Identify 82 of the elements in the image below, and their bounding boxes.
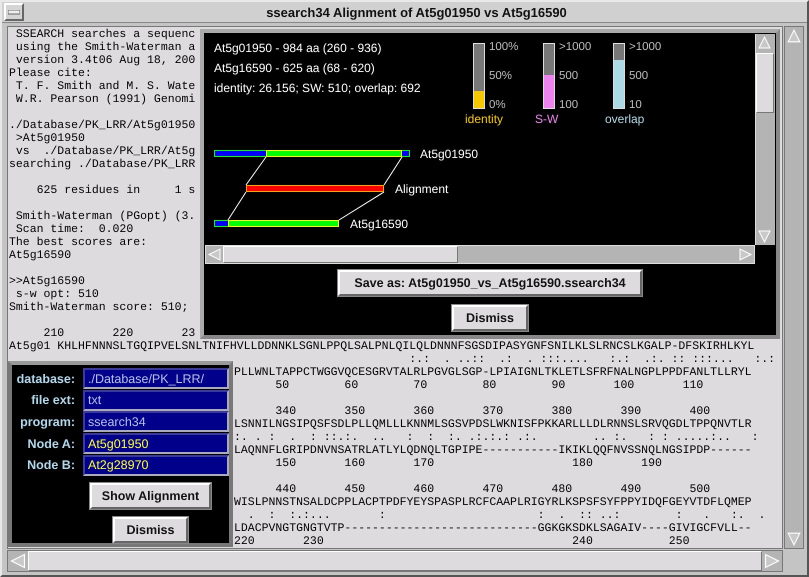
output-line: Please cite: xyxy=(9,67,92,80)
input-field[interactable]: ssearch34 xyxy=(83,411,229,432)
output-line: >At5g01950 xyxy=(14,132,85,145)
connector-line xyxy=(338,192,384,220)
dash-icon xyxy=(8,10,20,14)
field-label: Node B: xyxy=(26,458,76,472)
show-alignment-button[interactable]: Show Alignment xyxy=(90,482,212,509)
track-label: At5g01950 xyxy=(420,147,478,161)
input-field[interactable]: At5g01950 xyxy=(83,433,229,454)
info-text: At5g16590 - 625 aa (68 - 620) xyxy=(214,60,375,76)
scrollbar[interactable] xyxy=(7,550,783,572)
output-line: W.R. Pearson (1991) Genomi xyxy=(14,93,196,106)
arrow-left-icon[interactable] xyxy=(206,246,223,263)
arrow-left-icon[interactable] xyxy=(8,551,28,571)
gauge-tick: 100% xyxy=(489,40,518,54)
input-field[interactable]: ./Database/PK_LRR/ xyxy=(83,368,229,390)
gauge-label: S-W xyxy=(535,112,558,127)
output-line: 340 350 360 370 380 390 400 xyxy=(274,405,710,418)
output-line: vs ./Database/PK_LRR/At5g xyxy=(14,145,196,158)
gauge-tick: >1000 xyxy=(629,40,662,54)
dismiss-button[interactable]: Dismiss xyxy=(112,516,188,543)
gauge-tick: >1000 xyxy=(559,40,592,54)
track-label: Alignment xyxy=(395,182,448,196)
track-label: At5g16590 xyxy=(350,217,408,231)
field-label: program: xyxy=(19,414,76,429)
scrollbar[interactable] xyxy=(784,26,804,549)
output-line: 210 220 23 xyxy=(42,327,196,340)
arrow-up-icon[interactable] xyxy=(756,34,773,51)
field-label: database: xyxy=(16,372,76,386)
output-line: Scan time: 0.020 xyxy=(14,223,134,236)
output-line: WISLPNNSTNSALDCPPLACPTPDFYEYSPASPLRCFCAAPLRIGYRLKSPSFSYFPPYIDQFGEYVTDFLQMEP xyxy=(234,496,752,509)
output-line: 625 residues in 1 s xyxy=(36,184,196,197)
input-field[interactable]: txt xyxy=(83,390,229,411)
arrow-right-icon[interactable] xyxy=(762,551,782,571)
gauge-tick: 100 xyxy=(559,98,580,112)
window-menu-button[interactable] xyxy=(4,3,24,21)
arrow-down-icon[interactable] xyxy=(785,530,803,548)
output-line: At5g16590 xyxy=(9,249,72,262)
info-text: At5g01950 - 984 aa (260 - 936) xyxy=(214,40,382,56)
gauge-label: identity xyxy=(465,112,504,127)
gauge-tick: 10 xyxy=(629,98,643,112)
arrow-up-icon[interactable] xyxy=(785,27,803,45)
gauge-tick: 50% xyxy=(489,69,514,83)
connector-line xyxy=(228,192,246,220)
output-line: LSNNILNGSIPQSFSDLPLLQMLLLKNNMLSGSVPDSLWKNISFPKKARLLLDLRNNSLSRVQGDLTPPQNVTLR xyxy=(234,418,752,431)
connector-line xyxy=(384,156,402,186)
output-line: LAQNNFLGRIPDNVNSATRLATLYLQDNQLTGPIPE-----------IKIKLQQFNVSSNQLNGSIPDP------ xyxy=(234,444,752,457)
gauge-label: overlap xyxy=(605,112,644,127)
output-line: 220 230 240 250 xyxy=(234,535,690,548)
output-line: LDACPVNGTGNGTVTP----------------------------GGKGKSDKLSAGAIV----GIVIGCFVLL-- xyxy=(234,522,752,535)
field-label: Node A: xyxy=(26,436,76,451)
output-line: 50 60 70 80 90 100 110 xyxy=(274,379,704,392)
arrow-right-icon[interactable] xyxy=(737,246,754,263)
window-title: ssearch34 Alignment of At5g01950 vs At5g16590 xyxy=(265,4,568,20)
save-button[interactable]: Save as: At5g01950_vs_At5g16590.ssearch34 xyxy=(338,270,642,296)
output-line: searching ./Database/PK_LRR xyxy=(9,158,196,171)
output-line: 440 450 460 470 480 490 500 xyxy=(274,483,710,496)
dismiss-button[interactable]: Dismiss xyxy=(452,305,528,331)
output-line: At5g01 KHLHFNNNSLTGQIPVELSNLTNIFHVLLDDNNKLSGNLPPQLSALPNLQILQLDNNNFSGSDIPASYGNFSNILKLSLRNCSLKGALP-DFSKIRHLKYL xyxy=(9,340,754,353)
input-field[interactable]: At2g28970 xyxy=(83,454,229,476)
output-line: using the Smith-Waterman a xyxy=(14,41,196,54)
output-line: :. . : . : ::.:. .. : : :. .:.:.: .:. .. :. : : .....:.. : xyxy=(234,431,758,444)
output-line: The best scores are: xyxy=(9,236,148,249)
info-text: identity: 26.156; SW: 510; overlap: 692 xyxy=(214,80,421,96)
output-line: version 3.4t06 Aug 18, 200 xyxy=(14,54,196,67)
output-line: >>At5g16590 xyxy=(9,275,85,288)
output-line: 150 160 170 180 190 xyxy=(274,457,662,470)
output-line: . : :.:... : : . :: ..: : . :. . xyxy=(246,509,766,522)
field-label: file ext: xyxy=(30,393,76,408)
output-line: Smith-Waterman score: 510; xyxy=(9,301,188,314)
gauge-tick: 0% xyxy=(489,98,507,112)
gauge-tick: 500 xyxy=(559,69,580,83)
output-line: PLLWNLTAPPCTWGGVQCESGRVTALRLPGVGLSGP-LPIAIGNLTKLETLSFRFNALNGPLPPDFANLTLLRYL xyxy=(234,366,752,379)
output-line: ./Database/PK_LRR/At5g01950 xyxy=(9,119,196,132)
output-line: T. F. Smith and M. S. Wate xyxy=(14,80,196,93)
output-line: Smith-Waterman (PGopt) (3. xyxy=(14,210,196,223)
output-line: :.: . ..:: .: . :::.... :.: .:. :: :::... :.: xyxy=(408,353,776,366)
output-line: s-w opt: 510 xyxy=(14,288,99,301)
arrow-down-icon[interactable] xyxy=(756,228,773,245)
gauge-tick: 500 xyxy=(629,69,650,83)
output-line: SSEARCH searches a sequenc xyxy=(14,28,196,41)
connector-line xyxy=(246,156,266,186)
